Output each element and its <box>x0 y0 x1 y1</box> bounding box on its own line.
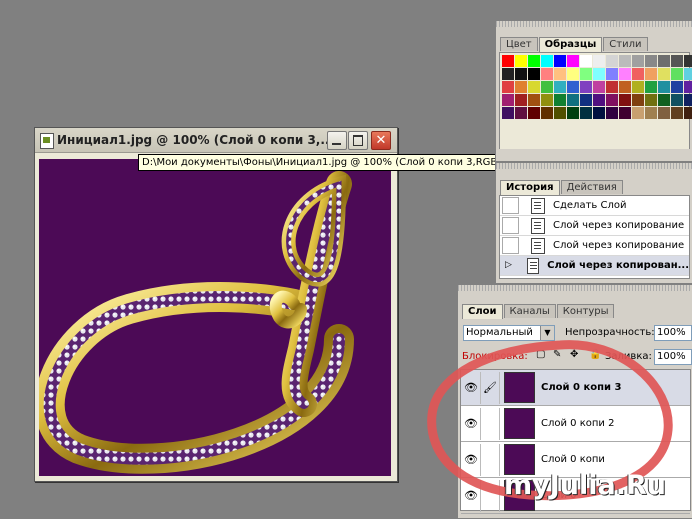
watermark-logo: myJulia.Ru <box>504 470 666 501</box>
red-annotation-circle <box>427 340 673 501</box>
